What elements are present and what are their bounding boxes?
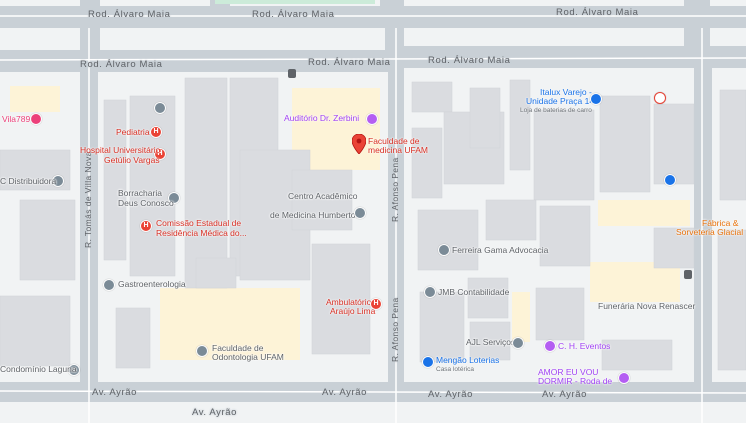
poi-pediatria[interactable]: Pediatria [116, 127, 150, 138]
school-icon[interactable] [354, 207, 366, 219]
street-label-ayrao: Av. Ayrão [322, 387, 368, 398]
street-label-ayrao: Av. Ayrão [428, 389, 474, 400]
lottery-icon[interactable] [422, 356, 434, 368]
poi-centro-academico-line1[interactable]: Centro Acadêmico [288, 191, 357, 202]
poi-italux-line2[interactable]: Unidade Praça 14 [526, 96, 594, 107]
place-icon[interactable] [424, 286, 436, 298]
street-label-alvaro-maia: Rod. Álvaro Maia [88, 9, 171, 20]
bus-stop-icon[interactable] [684, 270, 692, 279]
poi-gastroenterologia[interactable]: Gastroenterologia [118, 279, 186, 290]
poi-ferreira-gama[interactable]: Ferreira Gama Advocacia [452, 245, 548, 256]
street-label-afonso-pena: R. Afonso Pena [390, 157, 400, 222]
poi-amor-line2[interactable]: DORMIR - Roda de [538, 376, 612, 387]
poi-ajl-servicos[interactable]: AJL Serviços [466, 337, 515, 348]
street-label-alvaro-maia: Rod. Álvaro Maia [252, 9, 335, 20]
street-label-alvaro-maia: Rod. Álvaro Maia [428, 55, 511, 66]
bus-stop-icon[interactable] [288, 69, 296, 78]
selected-location-pin-icon[interactable] [352, 134, 366, 154]
place-icon[interactable] [438, 244, 450, 256]
event-icon[interactable] [544, 340, 556, 352]
poi-mengao-category: Casa lotérica [436, 366, 474, 373]
hospital-icon[interactable]: H [370, 298, 382, 310]
event-icon[interactable] [618, 372, 630, 384]
poi-c-distribuidora[interactable]: C Distribuidora [0, 176, 56, 187]
street-label-ayrao: Av. Ayrão [92, 387, 138, 398]
theater-icon[interactable] [366, 113, 378, 125]
poi-condominio-laguna[interactable]: Condomínio Laguna [0, 364, 77, 375]
poi-comissao-line2[interactable]: Residência Médica do... [156, 228, 247, 239]
poi-hospital-line2[interactable]: Getúlio Vargas [104, 155, 160, 166]
poi-vila789[interactable]: Vila789 [2, 114, 30, 125]
poi-borracharia-line2[interactable]: Deus Conosco [118, 198, 174, 209]
poi-funeraria[interactable]: Funerária Nova Renascer [598, 301, 695, 312]
poi-jmb-contabilidade[interactable]: JMB Contabilidade [438, 287, 509, 298]
shopping-icon[interactable] [30, 113, 42, 125]
store-icon[interactable] [590, 93, 602, 105]
place-icon[interactable] [103, 279, 115, 291]
street-label-ayrao: Av. Ayrão [192, 407, 238, 418]
street-label-afonso-pena: R. Afonso Pena [390, 297, 400, 362]
street-label-alvaro-maia: Rod. Álvaro Maia [80, 59, 163, 70]
school-icon[interactable] [196, 345, 208, 357]
poi-fabrica-line2[interactable]: Sorveteria Glacial [676, 227, 743, 238]
poi-ambulatorio-line2[interactable]: Araújo Lima [330, 306, 375, 317]
poi-ch-eventos[interactable]: C. H. Eventos [558, 341, 610, 352]
hospital-icon[interactable]: H [140, 220, 152, 232]
poi-faculdade-medicina-line2[interactable]: medicina UFAM [368, 145, 428, 156]
place-icon[interactable] [512, 337, 524, 349]
poi-auditorio[interactable]: Auditório Dr. Zerbini [284, 113, 359, 124]
street-label-alvaro-maia: Rod. Álvaro Maia [308, 57, 391, 68]
street-label-alvaro-maia: Rod. Álvaro Maia [556, 7, 639, 18]
street-label-ayrao: Av. Ayrão [542, 389, 588, 400]
poi-italux-category: Loja de baterias de carro [520, 107, 592, 114]
accessibility-icon[interactable] [664, 174, 676, 186]
poi-odontologia-line2[interactable]: Odontologia UFAM [212, 352, 284, 363]
poi-mengao-loterias[interactable]: Mengão Loterias [436, 355, 499, 366]
hospital-icon[interactable]: H [150, 126, 162, 138]
place-icon[interactable] [154, 102, 166, 114]
poi-centro-academico-line2[interactable]: de Medicina Humberto... [270, 210, 363, 221]
street-label-tomas-villa-nova: R. Tomás de Villa Nova [83, 151, 93, 248]
pharmacy-icon[interactable] [654, 92, 666, 104]
